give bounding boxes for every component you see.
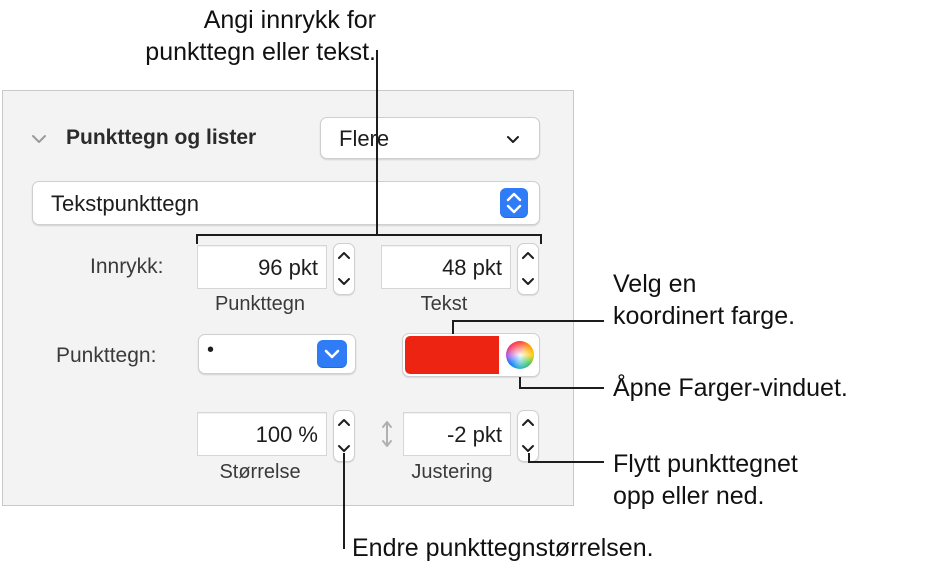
chevron-up-icon[interactable] [337, 250, 351, 260]
callout-indent-line1: Angi innrykk for [203, 6, 376, 34]
chevron-up-icon[interactable] [521, 417, 535, 427]
callout-color-line2: koordinert farge. [613, 302, 796, 330]
callout-size: Endre punkttegnstørrelsen. [352, 534, 654, 562]
callout-line-color-vertical [452, 320, 454, 334]
callout-line-indent-bracket [196, 234, 542, 236]
bullet-size-caption: Størrelse [219, 461, 301, 483]
bullet-align-value: -2 pkt [446, 422, 502, 447]
chevron-down-icon [507, 136, 519, 143]
callout-move-line1: Flytt punkttegnet [613, 450, 798, 478]
callout-indent-line2: punkttegn eller tekst. [145, 38, 376, 66]
callout-colors-window: Åpne Farger-vinduet. [613, 374, 848, 402]
bullet-label: Punkttegn: [56, 344, 157, 367]
callout-indent: Angi innrykk for punkttegn eller tekst. [96, 4, 376, 68]
callout-move-line2: opp eller ned. [613, 482, 765, 510]
callout-line-indent-vertical [376, 50, 378, 236]
bullet-style-popup[interactable]: Tekstpunkttegn [32, 181, 540, 225]
callout-line-color-horizontal [452, 320, 604, 322]
callout-line-size-vertical [343, 453, 345, 549]
callout-line-move-horizontal [528, 461, 604, 463]
up-down-chevrons-icon [506, 192, 522, 214]
color-swatch[interactable] [405, 336, 499, 374]
text-indent-field[interactable]: 48 pkt [381, 245, 511, 289]
bullet-indent-value: 96 pkt [258, 255, 318, 280]
bullet-popup-button [317, 340, 347, 368]
popup-arrows-button [500, 188, 528, 218]
indent-label: Innrykk: [90, 255, 164, 278]
chevron-up-icon[interactable] [521, 250, 535, 260]
bullet-style-popup-value: Tekstpunkttegn [51, 191, 199, 216]
callout-line-indent-left-tick [196, 234, 198, 244]
callout-color-line1: Velg en [613, 270, 697, 298]
callout-move: Flytt punkttegnet opp eller ned. [613, 448, 798, 512]
preset-popup[interactable]: Flere [320, 117, 540, 159]
vertical-align-icon [382, 421, 392, 447]
bullet-size-field[interactable]: 100 % [197, 412, 327, 456]
bullet-align-field[interactable]: -2 pkt [403, 412, 511, 456]
chevron-down-icon[interactable] [337, 277, 351, 287]
callout-color: Velg en koordinert farge. [613, 268, 795, 332]
text-indent-value: 48 pkt [442, 255, 502, 280]
callout-line-colors-window-horizontal [519, 387, 604, 389]
text-indent-stepper[interactable] [517, 243, 539, 295]
chevron-up-icon[interactable] [337, 417, 351, 427]
preset-popup-value: Flere [339, 126, 390, 151]
bullet-indent-caption: Punkttegn [214, 293, 306, 315]
callout-line-indent-right-tick [540, 234, 542, 244]
chevron-down-icon[interactable] [521, 277, 535, 287]
bullet-glyph-popup[interactable]: • [198, 334, 356, 374]
bullet-size-value: 100 % [255, 422, 318, 447]
bullet-color-well[interactable] [402, 333, 540, 377]
chevron-down-icon [324, 349, 340, 359]
bullet-indent-stepper[interactable] [333, 243, 355, 295]
bullet-align-caption: Justering [411, 461, 493, 483]
bullet-indent-field[interactable]: 96 pkt [197, 245, 327, 289]
color-wheel-icon[interactable] [506, 341, 534, 369]
bullet-glyph-value: • [207, 339, 215, 361]
disclosure-chevron-icon[interactable] [30, 130, 48, 148]
text-indent-caption: Tekst [420, 293, 468, 315]
section-title: Punkttegn og lister [66, 126, 257, 149]
